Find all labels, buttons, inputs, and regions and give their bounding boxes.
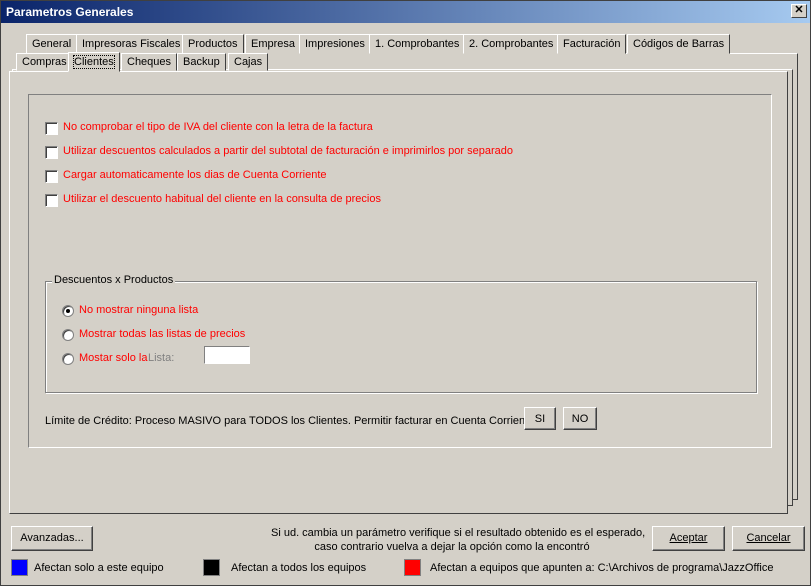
checkbox-iva[interactable] [45, 122, 58, 135]
legend-label-todos-equipos: Afectan a todos los equipos [231, 562, 367, 574]
legend-label-este-equipo: Afectan solo a este equipo [34, 562, 164, 574]
avanzadas-button[interactable]: Avanzadas... [11, 526, 93, 551]
tab-compras[interactable]: Compras [16, 53, 73, 71]
checkbox-descuento-habitual[interactable] [45, 194, 58, 207]
tab-impresoras-fiscales[interactable]: Impresoras Fiscales [76, 34, 187, 54]
checkbox-dias-cuenta-corriente-label: Cargar automaticamente los dias de Cuent… [63, 169, 327, 181]
clientes-panel: No comprobar el tipo de IVA del cliente … [28, 94, 772, 448]
tab-cheques[interactable]: Cheques [121, 53, 178, 71]
radio-mostrar-solo-label: Mostar solo la [79, 352, 148, 364]
lista-label: Lista: [148, 352, 175, 364]
tab-clientes-label: Clientes [73, 55, 115, 69]
si-button[interactable]: SI [524, 407, 556, 430]
legend-swatch-red [404, 559, 421, 576]
window-title: Parametros Generales [6, 5, 134, 19]
no-button[interactable]: NO [563, 407, 597, 430]
descuentos-groupbox: Descuentos x Productos No mostrar ningun… [45, 274, 757, 393]
limite-credito-text: Límite de Crédito: Proceso MASIVO para T… [45, 415, 535, 427]
legend-label-equipos-apunten: Afectan a equipos que apunten a: C:\Arch… [430, 562, 774, 574]
tab-facturacion[interactable]: Facturación [557, 34, 627, 54]
radio-mostrar-todas-label: Mostrar todas las listas de precios [79, 328, 246, 340]
descuentos-groupbox-title: Descuentos x Productos [52, 274, 176, 286]
tab-productos[interactable]: Productos [182, 34, 244, 54]
radio-no-mostrar[interactable] [62, 305, 74, 317]
tab-general[interactable]: General [26, 34, 78, 54]
checkbox-descuentos-subtotal-label: Utilizar descuentos calculados a partir … [63, 145, 514, 157]
tab-empresa[interactable]: Empresa [245, 34, 302, 54]
radio-mostrar-todas[interactable] [62, 329, 74, 341]
notice-line-2: caso contrario vuelva a dejar la opción … [314, 541, 590, 553]
checkbox-dias-cuenta-corriente[interactable] [45, 170, 58, 183]
tab-backup[interactable]: Backup [177, 53, 226, 71]
lista-input[interactable] [204, 346, 250, 364]
legend-swatch-black [203, 559, 220, 576]
tab-page-clientes: No comprobar el tipo de IVA del cliente … [9, 71, 788, 514]
notice-line-1: Si ud. cambia un parámetro verifique si … [271, 527, 646, 539]
tab-1-comprobantes[interactable]: 1. Comprobantes [369, 34, 466, 54]
parametros-window: Parametros Generales ✕ General Impresora… [0, 0, 811, 586]
radio-mostrar-solo[interactable] [62, 353, 74, 365]
tab-impresiones[interactable]: Impresiones [299, 34, 371, 54]
tab-2-comprobantes[interactable]: 2. Comprobantes [463, 34, 560, 54]
title-bar: Parametros Generales ✕ [1, 1, 810, 23]
radio-no-mostrar-label: No mostrar ninguna lista [79, 304, 199, 316]
aceptar-button[interactable]: Aceptar [652, 526, 725, 551]
checkbox-iva-label: No comprobar el tipo de IVA del cliente … [63, 121, 373, 133]
tab-codigos-de-barras[interactable]: Códigos de Barras [627, 34, 731, 54]
legend-swatch-blue [11, 559, 28, 576]
close-icon[interactable]: ✕ [791, 4, 807, 18]
checkbox-descuento-habitual-label: Utilizar el descuento habitual del clien… [63, 193, 381, 205]
tab-clientes[interactable]: Clientes [68, 52, 120, 72]
tab-cajas[interactable]: Cajas [228, 53, 269, 71]
cancelar-button[interactable]: Cancelar [732, 526, 805, 551]
checkbox-descuentos-subtotal[interactable] [45, 146, 58, 159]
